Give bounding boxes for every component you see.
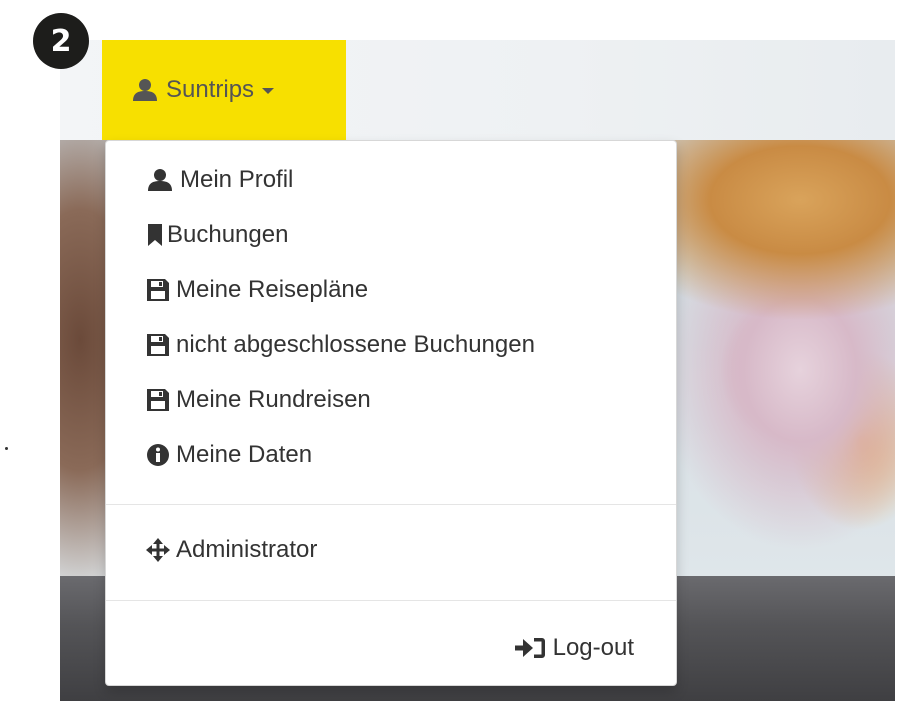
user-menu-label: Suntrips xyxy=(166,76,255,103)
info-sign-icon xyxy=(146,443,170,467)
stray-dot xyxy=(5,447,8,450)
menu-item-label: Meine Reisepläne xyxy=(176,276,369,303)
floppy-disk-icon xyxy=(146,388,170,412)
menu-divider xyxy=(106,600,676,601)
step-number-badge: 2 xyxy=(33,13,89,69)
menu-item-label: Meine Rundreisen xyxy=(176,386,371,413)
user-dropdown-menu: Mein Profil Buchungen Meine Reisepläne n… xyxy=(105,140,677,686)
menu-item-meine-reiseplaene[interactable]: Meine Reisepläne xyxy=(146,276,368,304)
menu-item-nicht-abgeschlossene-buchungen[interactable]: nicht abgeschlossene Buchungen xyxy=(146,331,535,359)
menu-divider xyxy=(106,504,676,505)
log-in-arrow-icon xyxy=(514,636,547,660)
menu-item-label: Buchungen xyxy=(167,221,289,248)
chevron-down-icon xyxy=(262,88,275,94)
menu-item-label: Mein Profil xyxy=(180,166,294,193)
logout-label: Log-out xyxy=(552,634,634,661)
menu-item-label: Meine Daten xyxy=(176,441,313,468)
menu-item-meine-daten[interactable]: Meine Daten xyxy=(146,441,312,469)
logout-button[interactable]: Log-out xyxy=(514,634,634,662)
user-menu-toggle[interactable]: Suntrips xyxy=(102,40,346,140)
user-icon xyxy=(146,168,174,192)
menu-item-buchungen[interactable]: Buchungen xyxy=(146,221,288,249)
bookmark-icon xyxy=(146,223,164,247)
menu-item-administrator[interactable]: Administrator xyxy=(146,536,317,564)
menu-item-mein-profil[interactable]: Mein Profil xyxy=(146,166,293,194)
menu-item-label: nicht abgeschlossene Buchungen xyxy=(176,331,535,358)
move-arrows-icon xyxy=(146,538,170,562)
floppy-disk-icon xyxy=(146,278,170,302)
floppy-disk-icon xyxy=(146,333,170,357)
menu-item-label: Administrator xyxy=(176,536,318,563)
menu-item-meine-rundreisen[interactable]: Meine Rundreisen xyxy=(146,386,371,414)
user-icon xyxy=(132,78,158,102)
